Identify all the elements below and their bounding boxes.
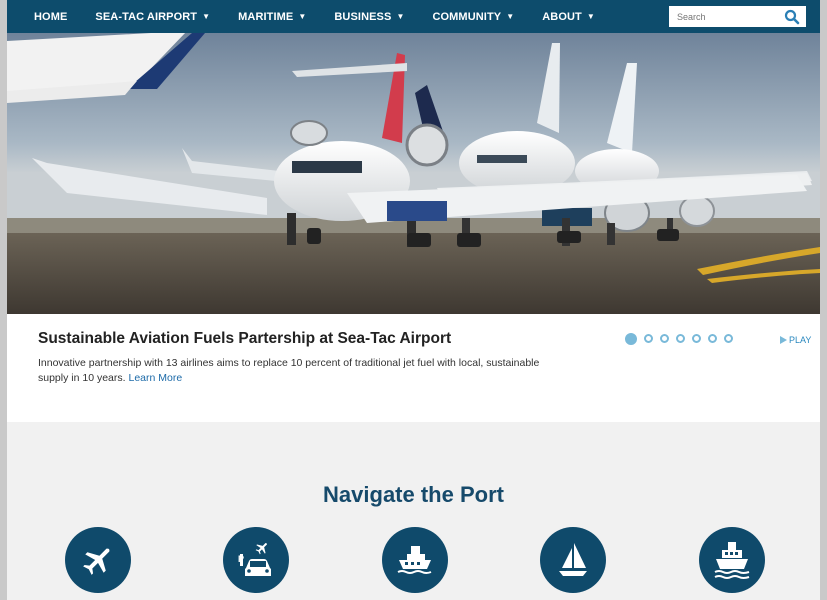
nav-community[interactable]: COMMUNITY ▼ [432,11,514,23]
carousel-dot[interactable] [625,333,637,345]
learn-more-link[interactable]: Learn More [128,372,182,384]
nav-about-label: ABOUT [542,10,582,23]
hero-caption-title[interactable]: Sustainable Aviation Fuels Partership at… [38,330,451,348]
nav-maritime[interactable]: MARITIME ▼ [238,11,306,23]
nav-business[interactable]: BUSINESS ▼ [334,11,404,23]
nav-sea-tac-airport-label: SEA-TAC AIRPORT [95,10,198,23]
search-icon[interactable] [784,9,800,25]
carousel-dot[interactable] [692,334,701,343]
carousel-dot[interactable] [644,334,653,343]
hero-image[interactable] [7,33,820,314]
caret-down-icon: ▼ [396,12,405,21]
airplanes-on-runway-illustration [7,33,820,314]
nav-home-label: HOME [34,10,68,23]
play-icon [780,336,787,344]
nav-community-label: COMMUNITY [432,10,502,23]
svg-text:P: P [238,554,244,564]
search-box [669,6,806,27]
sailboat-icon[interactable] [540,527,606,593]
ferry-icon[interactable] [382,527,448,593]
nav-maritime-label: MARITIME [238,10,294,23]
carousel-dot[interactable] [660,334,669,343]
navigate-icon-row: P [7,527,820,600]
hero-caption: Sustainable Aviation Fuels Partership at… [7,314,820,422]
nav-home[interactable]: HOME [34,11,67,23]
carousel-dot[interactable] [676,334,685,343]
caret-down-icon: ▼ [298,12,307,21]
carousel-play-label: PLAY [789,335,812,345]
carousel-dot[interactable] [724,334,733,343]
cruise-ship-icon[interactable] [699,527,765,593]
nav-about[interactable]: ABOUT ▼ [542,11,595,23]
hero-caption-description: Innovative partnership with 13 airlines … [38,356,568,386]
top-nav-bar: HOME SEA-TAC AIRPORT ▼ MARITIME ▼ BUSINESS… [7,0,820,33]
carousel-dot[interactable] [708,334,717,343]
caret-down-icon: ▼ [506,12,515,21]
navigate-section-title: Navigate the Port [323,482,504,507]
nav-business-label: BUSINESS [334,10,392,23]
search-input[interactable] [669,6,779,27]
nav-sea-tac-airport[interactable]: SEA-TAC AIRPORT ▼ [95,11,210,23]
carousel-play-button[interactable]: PLAY [780,335,811,345]
carousel-dots [625,333,733,345]
hero-caption-text: Innovative partnership with 13 airlines … [38,357,540,384]
parking-car-icon[interactable]: P [223,527,289,593]
caret-down-icon: ▼ [202,12,211,21]
caret-down-icon: ▼ [586,12,595,21]
airplane-icon[interactable] [65,527,131,593]
